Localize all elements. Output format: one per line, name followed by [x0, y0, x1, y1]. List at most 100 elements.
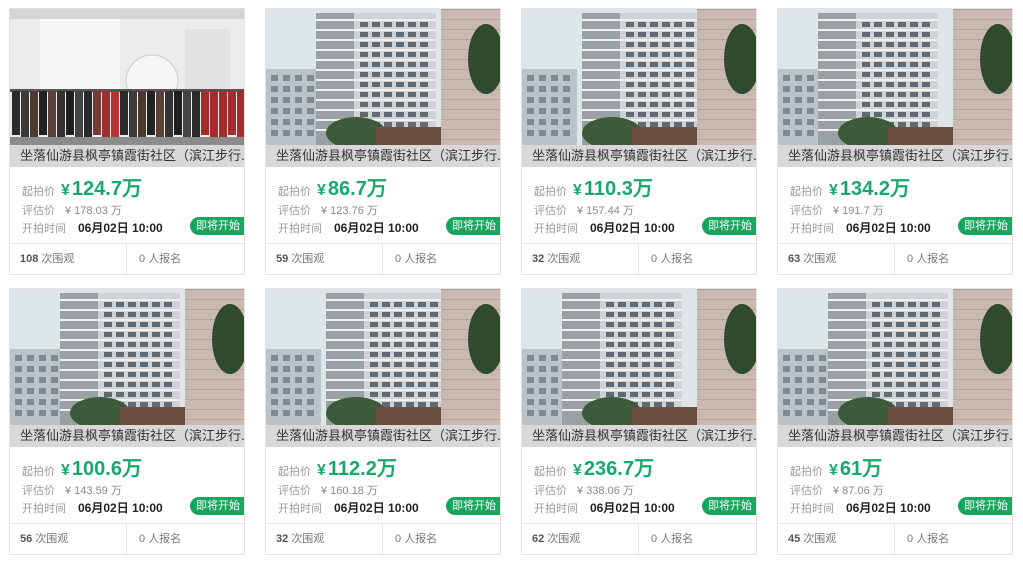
estimate-row: 评估价 ¥ 143.59 万 — [22, 483, 122, 497]
start-price-row: 起拍价 ¥124.7万 — [22, 177, 142, 201]
start-time-value: 06月02日 10:00 — [78, 221, 163, 235]
property-photo[interactable] — [778, 289, 1012, 425]
signups-number: 0 — [651, 533, 658, 545]
start-price-label: 起拍价 — [22, 186, 55, 198]
signups-suffix: 人报名 — [916, 253, 950, 265]
signups-count: 0 人报名 — [382, 244, 500, 274]
start-price-value: 112.2万 — [327, 458, 397, 480]
start-time-row: 开拍时间 06月02日 10:00 — [534, 500, 675, 516]
views-count: 63 次围观 — [788, 244, 893, 274]
views-number: 56 — [20, 533, 33, 545]
listing-card[interactable]: 坐落仙游县枫亭镇霞街社区（滨江步行... 起拍价 ¥100.6万 评估价 ¥ 143… — [9, 288, 245, 555]
estimate-value: ¥ 143.59 万 — [65, 485, 122, 497]
currency-symbol: ¥ — [61, 182, 70, 199]
start-time-label: 开拍时间 — [534, 503, 578, 515]
estimate-value: ¥ 338.06 万 — [577, 485, 634, 497]
card-footer: 32 次围观 0 人报名 — [522, 243, 756, 274]
signups-suffix: 人报名 — [404, 253, 438, 265]
property-photo[interactable] — [10, 289, 244, 425]
start-price-value: 124.7万 — [71, 178, 142, 200]
listing-title[interactable]: 坐落仙游县枫亭镇霞街社区（滨江步行... — [778, 425, 1012, 447]
start-price-row: 起拍价 ¥236.7万 — [534, 457, 654, 481]
signups-number: 0 — [651, 253, 658, 265]
listing-card[interactable]: 坐落仙游县枫亭镇霞街社区（滨江步行... 起拍价 ¥124.7万 评估价 ¥ 178… — [9, 8, 245, 275]
card-footer: 59 次围观 0 人报名 — [266, 243, 500, 274]
property-photo[interactable] — [522, 289, 756, 425]
listing-card[interactable]: 坐落仙游县枫亭镇霞街社区（滨江步行... 起拍价 ¥134.2万 评估价 ¥ 191… — [777, 8, 1013, 275]
listing-title[interactable]: 坐落仙游县枫亭镇霞街社区（滨江步行... — [522, 145, 756, 167]
start-time-row: 开拍时间 06月02日 10:00 — [534, 220, 675, 236]
start-price-row: 起拍价 ¥100.6万 — [22, 457, 142, 481]
start-time-row: 开拍时间 06月02日 10:00 — [278, 220, 419, 236]
property-photo[interactable] — [10, 9, 244, 145]
start-time-row: 开拍时间 06月02日 10:00 — [278, 500, 419, 516]
listing-card[interactable]: 坐落仙游县枫亭镇霞街社区（滨江步行... 起拍价 ¥112.2万 评估价 ¥ 160… — [265, 288, 501, 555]
status-badge: 即将开始 — [702, 217, 756, 235]
listing-card[interactable]: 坐落仙游县枫亭镇霞街社区（滨江步行... 起拍价 ¥110.3万 评估价 ¥ 157… — [521, 8, 757, 275]
signups-number: 0 — [395, 253, 402, 265]
signups-count: 0 人报名 — [894, 524, 1012, 554]
currency-symbol: ¥ — [829, 182, 838, 199]
listing-title[interactable]: 坐落仙游县枫亭镇霞街社区（滨江步行... — [10, 425, 244, 447]
start-time-value: 06月02日 10:00 — [846, 221, 931, 235]
start-price-value: 110.3万 — [583, 178, 653, 200]
listing-title[interactable]: 坐落仙游县枫亭镇霞街社区（滨江步行... — [266, 145, 500, 167]
views-count: 56 次围观 — [20, 524, 125, 554]
start-time-value: 06月02日 10:00 — [334, 221, 419, 235]
views-suffix: 次围观 — [803, 253, 837, 265]
estimate-label: 评估价 — [22, 205, 55, 217]
card-footer: 56 次围观 0 人报名 — [10, 523, 244, 554]
signups-count: 0 人报名 — [126, 524, 244, 554]
signups-suffix: 人报名 — [148, 533, 182, 545]
estimate-row: 评估价 ¥ 157.44 万 — [534, 203, 634, 217]
signups-count: 0 人报名 — [126, 244, 244, 274]
listing-title[interactable]: 坐落仙游县枫亭镇霞街社区（滨江步行... — [778, 145, 1012, 167]
views-suffix: 次围观 — [547, 533, 581, 545]
views-number: 32 — [276, 533, 289, 545]
start-time-value: 06月02日 10:00 — [334, 501, 419, 515]
property-photo[interactable] — [778, 9, 1012, 145]
start-time-label: 开拍时间 — [534, 223, 578, 235]
start-time-value: 06月02日 10:00 — [590, 221, 675, 235]
listing-title[interactable]: 坐落仙游县枫亭镇霞街社区（滨江步行... — [522, 425, 756, 447]
estimate-label: 评估价 — [278, 485, 311, 497]
start-price-label: 起拍价 — [790, 186, 823, 198]
estimate-label: 评估价 — [534, 205, 567, 217]
start-price-row: 起拍价 ¥61万 — [790, 457, 882, 481]
estimate-row: 评估价 ¥ 338.06 万 — [534, 483, 634, 497]
listing-title[interactable]: 坐落仙游县枫亭镇霞街社区（滨江步行... — [10, 145, 244, 167]
listing-card[interactable]: 坐落仙游县枫亭镇霞街社区（滨江步行... 起拍价 ¥236.7万 评估价 ¥ 338… — [521, 288, 757, 555]
estimate-row: 评估价 ¥ 191.7 万 — [790, 203, 884, 217]
currency-symbol: ¥ — [829, 462, 838, 479]
signups-number: 0 — [395, 533, 402, 545]
estimate-label: 评估价 — [22, 485, 55, 497]
property-photo[interactable] — [522, 9, 756, 145]
views-count: 108 次围观 — [20, 244, 125, 274]
currency-symbol: ¥ — [573, 462, 582, 479]
views-suffix: 次围观 — [291, 253, 325, 265]
start-time-label: 开拍时间 — [790, 223, 834, 235]
listing-card[interactable]: 坐落仙游县枫亭镇霞街社区（滨江步行... 起拍价 ¥61万 评估价 ¥ 87.06 … — [777, 288, 1013, 555]
property-photo[interactable] — [266, 289, 500, 425]
views-suffix: 次围观 — [41, 253, 75, 265]
signups-count: 0 人报名 — [894, 244, 1012, 274]
views-suffix: 次围观 — [803, 533, 837, 545]
signups-count: 0 人报名 — [382, 524, 500, 554]
views-suffix: 次围观 — [35, 533, 69, 545]
views-count: 62 次围观 — [532, 524, 637, 554]
signups-number: 0 — [907, 253, 914, 265]
estimate-row: 评估价 ¥ 123.76 万 — [278, 203, 378, 217]
property-photo[interactable] — [266, 9, 500, 145]
signups-count: 0 人报名 — [638, 244, 756, 274]
listing-title[interactable]: 坐落仙游县枫亭镇霞街社区（滨江步行... — [266, 425, 500, 447]
estimate-label: 评估价 — [278, 205, 311, 217]
listing-card[interactable]: 坐落仙游县枫亭镇霞街社区（滨江步行... 起拍价 ¥86.7万 评估价 ¥ 123.… — [265, 8, 501, 275]
signups-suffix: 人报名 — [148, 253, 182, 265]
start-price-label: 起拍价 — [790, 466, 823, 478]
card-footer: 62 次围观 0 人报名 — [522, 523, 756, 554]
status-badge: 即将开始 — [446, 497, 500, 515]
start-price-label: 起拍价 — [534, 466, 567, 478]
status-badge: 即将开始 — [446, 217, 500, 235]
start-price-value: 61万 — [839, 458, 883, 480]
start-price-value: 134.2万 — [839, 178, 910, 200]
